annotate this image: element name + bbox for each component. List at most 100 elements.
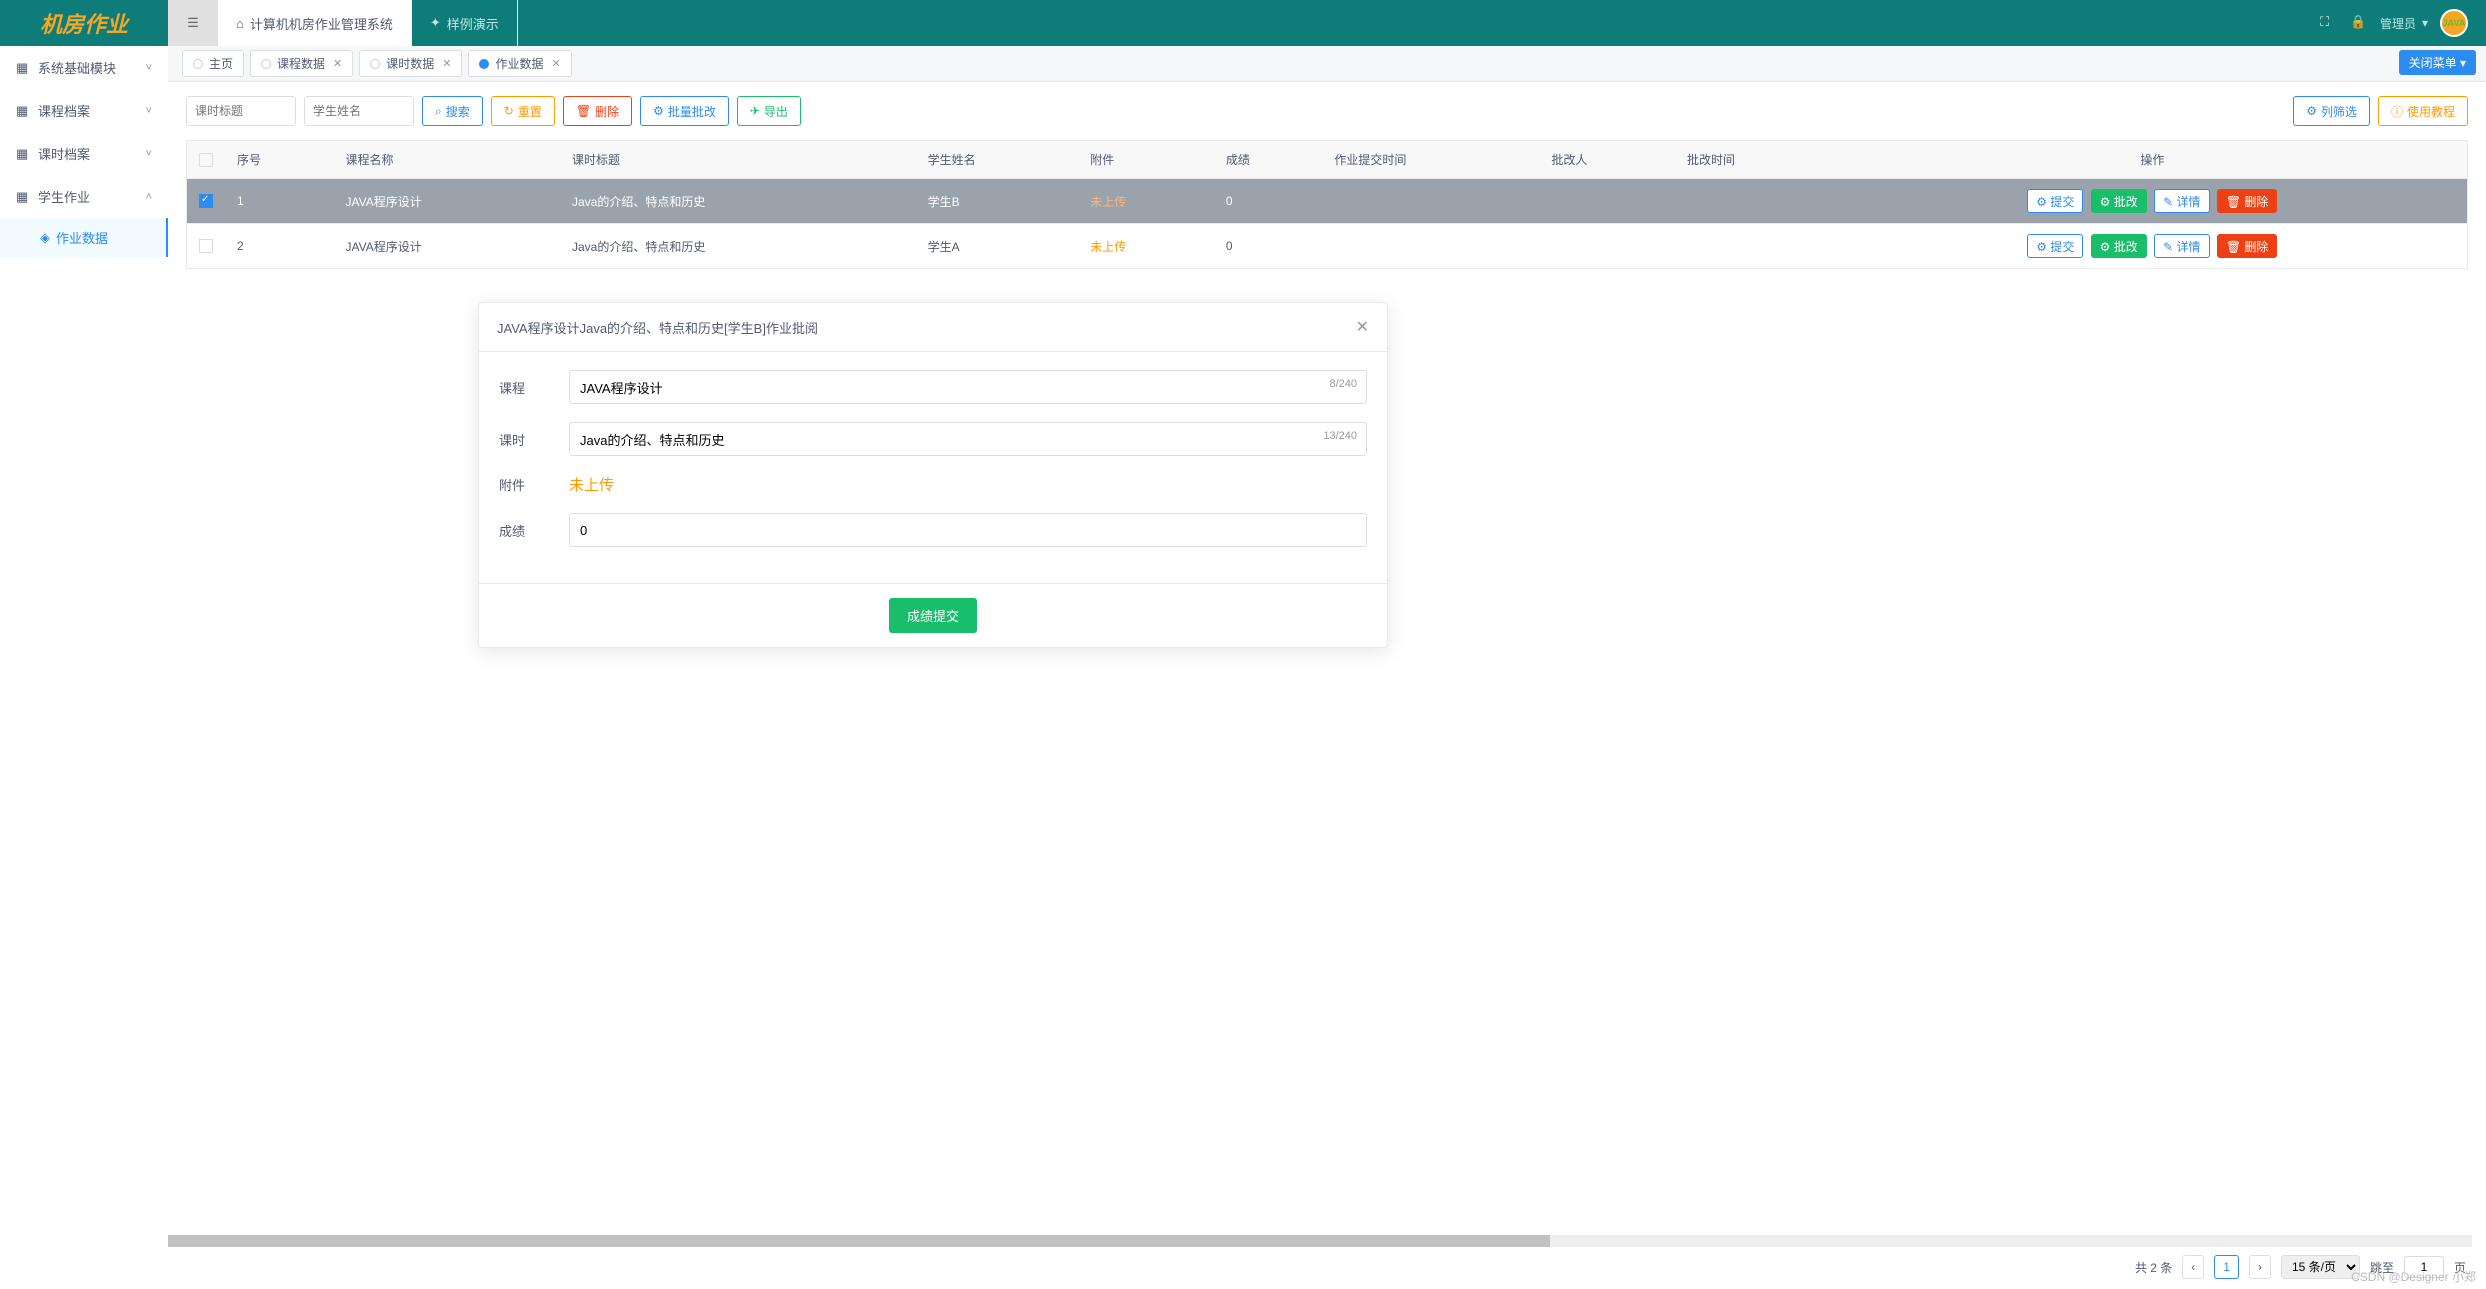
tab-icon: ✦ bbox=[430, 15, 441, 31]
course-label: 课程 bbox=[499, 378, 569, 397]
batch-edit-button[interactable]: ⚙批量批改 bbox=[640, 96, 729, 126]
column-header: 操作 bbox=[1838, 141, 2468, 179]
grid-icon: ▦ bbox=[16, 146, 30, 162]
next-page-button[interactable]: › bbox=[2249, 1255, 2271, 1279]
prev-page-button[interactable]: ‹ bbox=[2182, 1255, 2204, 1279]
top-tab-0[interactable]: ⌂计算机机房作业管理系统 bbox=[218, 0, 412, 46]
lesson-title-input[interactable] bbox=[186, 96, 296, 126]
page-tab-2[interactable]: 课时数据✕ bbox=[359, 50, 462, 77]
row-edit-button[interactable]: ⚙ 批改 bbox=[2091, 234, 2147, 258]
tab-dot-icon bbox=[193, 59, 203, 69]
column-header: 序号 bbox=[225, 141, 334, 179]
chevron-down-icon: ˅ bbox=[146, 62, 152, 74]
sidebar: 机房作业 ▦系统基础模块˅▦课程档案˅▦课时档案˅▦学生作业˄◈作业数据 bbox=[0, 0, 168, 1289]
tab-dot-icon bbox=[261, 59, 271, 69]
row-edit-button[interactable]: ⚙ 批改 bbox=[2091, 189, 2147, 213]
avatar[interactable]: JAVA bbox=[2440, 9, 2468, 37]
page-number[interactable]: 1 bbox=[2214, 1255, 2239, 1279]
column-header: 学生姓名 bbox=[916, 141, 1079, 179]
course-field[interactable] bbox=[569, 370, 1367, 404]
lesson-counter: 13/240 bbox=[1323, 430, 1357, 442]
logo: 机房作业 bbox=[0, 0, 168, 46]
top-tab-1[interactable]: ✦样例演示 bbox=[412, 0, 518, 46]
table-row[interactable]: 1 JAVA程序设计 Java的介绍、特点和历史 学生B 未上传 0 ⚙ 提交 … bbox=[187, 179, 2468, 224]
grid-icon: ▦ bbox=[16, 189, 30, 205]
close-icon[interactable]: ✕ bbox=[442, 57, 451, 70]
horizontal-scrollbar[interactable] bbox=[168, 1235, 2472, 1247]
table-row[interactable]: 2 JAVA程序设计 Java的介绍、特点和历史 学生A 未上传 0 ⚙ 提交 … bbox=[187, 224, 2468, 269]
row-delete-button[interactable]: 🗑 删除 bbox=[2217, 189, 2278, 213]
row-detail-button[interactable]: ✎ 详情 bbox=[2154, 234, 2209, 258]
page-size-select[interactable]: 15 条/页 bbox=[2281, 1255, 2360, 1279]
close-all-tabs-button[interactable]: 关闭菜单 ▾ bbox=[2399, 50, 2476, 75]
tab-icon: ⌂ bbox=[236, 16, 244, 31]
attach-label: 附件 bbox=[499, 475, 569, 494]
column-header: 课程名称 bbox=[334, 141, 560, 179]
row-detail-button[interactable]: ✎ 详情 bbox=[2154, 189, 2209, 213]
attach-status: 未上传 bbox=[569, 477, 614, 494]
reset-button[interactable]: ↻重置 bbox=[491, 96, 555, 126]
column-header: 批改时间 bbox=[1675, 141, 1838, 179]
export-button[interactable]: ✈导出 bbox=[737, 96, 801, 126]
menu-toggle-icon[interactable]: ☰ bbox=[168, 0, 218, 46]
delete-button[interactable]: 🗑删除 bbox=[563, 96, 632, 126]
chevron-down-icon: ▾ bbox=[2422, 16, 2428, 30]
column-header: 附件 bbox=[1078, 141, 1214, 179]
sidebar-subitem-3-0[interactable]: ◈作业数据 bbox=[0, 218, 168, 257]
score-field[interactable] bbox=[569, 513, 1367, 547]
row-checkbox[interactable] bbox=[199, 194, 213, 208]
tab-dot-icon bbox=[479, 59, 489, 69]
row-checkbox[interactable] bbox=[199, 239, 213, 253]
search-button[interactable]: ⌕搜索 bbox=[422, 96, 483, 126]
info-icon: ⓘ bbox=[2391, 103, 2403, 120]
trash-icon: 🗑 bbox=[576, 104, 591, 118]
grid-icon: ▦ bbox=[16, 103, 30, 119]
modal-title: JAVA程序设计Java的介绍、特点和历史[学生B]作业批阅 bbox=[497, 318, 818, 337]
column-header: 课时标题 bbox=[560, 141, 916, 179]
user-menu[interactable]: 管理员 ▾ bbox=[2380, 15, 2428, 32]
page-tab-0[interactable]: 主页 bbox=[182, 50, 244, 77]
page-tab-3[interactable]: 作业数据✕ bbox=[468, 50, 571, 77]
sidebar-item-0[interactable]: ▦系统基础模块˅ bbox=[0, 46, 168, 89]
row-delete-button[interactable]: 🗑 删除 bbox=[2217, 234, 2278, 258]
close-icon[interactable]: ✕ bbox=[552, 57, 561, 70]
lock-icon[interactable]: 🔒 bbox=[2350, 14, 2368, 32]
sidebar-item-2[interactable]: ▦课时档案˅ bbox=[0, 132, 168, 175]
column-header: 成绩 bbox=[1214, 141, 1323, 179]
review-modal: JAVA程序设计Java的介绍、特点和历史[学生B]作业批阅 ✕ 课程 8/24… bbox=[478, 302, 1388, 648]
column-filter-button[interactable]: ⚙列筛选 bbox=[2293, 96, 2370, 126]
grid-icon: ▦ bbox=[16, 60, 30, 76]
topbar: ☰ ⌂计算机机房作业管理系统✦样例演示 ⛶ 🔒 管理员 ▾ JAVA bbox=[168, 0, 2486, 46]
select-all-checkbox[interactable] bbox=[199, 153, 213, 167]
page-tab-1[interactable]: 课程数据✕ bbox=[250, 50, 353, 77]
column-header: 作业提交时间 bbox=[1322, 141, 1539, 179]
data-table: 序号课程名称课时标题学生姓名附件成绩作业提交时间批改人批改时间操作 1 JAVA… bbox=[186, 140, 2468, 269]
refresh-icon: ↻ bbox=[504, 104, 514, 118]
chevron-down-icon: ˅ bbox=[146, 105, 152, 117]
column-header: 批改人 bbox=[1539, 141, 1675, 179]
course-counter: 8/240 bbox=[1329, 378, 1357, 390]
row-submit-button[interactable]: ⚙ 提交 bbox=[2027, 234, 2083, 258]
diamond-icon: ◈ bbox=[40, 230, 50, 246]
page-tabs: 主页课程数据✕课时数据✕作业数据✕ 关闭菜单 ▾ bbox=[168, 46, 2486, 82]
tab-dot-icon bbox=[370, 59, 380, 69]
content-area: ⌕搜索 ↻重置 🗑删除 ⚙批量批改 ✈导出 ⚙列筛选 ⓘ使用教程 序号课程名称课… bbox=[168, 82, 2486, 1289]
score-label: 成绩 bbox=[499, 521, 569, 540]
sidebar-item-1[interactable]: ▦课程档案˅ bbox=[0, 89, 168, 132]
row-submit-button[interactable]: ⚙ 提交 bbox=[2027, 189, 2083, 213]
gear-icon: ⚙ bbox=[2306, 104, 2317, 118]
sidebar-item-3[interactable]: ▦学生作业˄ bbox=[0, 175, 168, 218]
submit-score-button[interactable]: 成绩提交 bbox=[889, 598, 977, 633]
tutorial-button[interactable]: ⓘ使用教程 bbox=[2378, 96, 2468, 126]
toolbar: ⌕搜索 ↻重置 🗑删除 ⚙批量批改 ✈导出 ⚙列筛选 ⓘ使用教程 bbox=[168, 82, 2486, 140]
lesson-field[interactable] bbox=[569, 422, 1367, 456]
search-icon: ⌕ bbox=[435, 104, 442, 119]
watermark: CSDN @Designer 小郑 bbox=[2351, 1268, 2476, 1285]
close-icon[interactable]: ✕ bbox=[333, 57, 342, 70]
user-label: 管理员 bbox=[2380, 15, 2416, 32]
close-icon[interactable]: ✕ bbox=[1356, 317, 1369, 337]
send-icon: ✈ bbox=[750, 104, 760, 118]
fullscreen-icon[interactable]: ⛶ bbox=[2320, 14, 2338, 32]
student-name-input[interactable] bbox=[304, 96, 414, 126]
total-count: 共 2 条 bbox=[2135, 1259, 2172, 1276]
